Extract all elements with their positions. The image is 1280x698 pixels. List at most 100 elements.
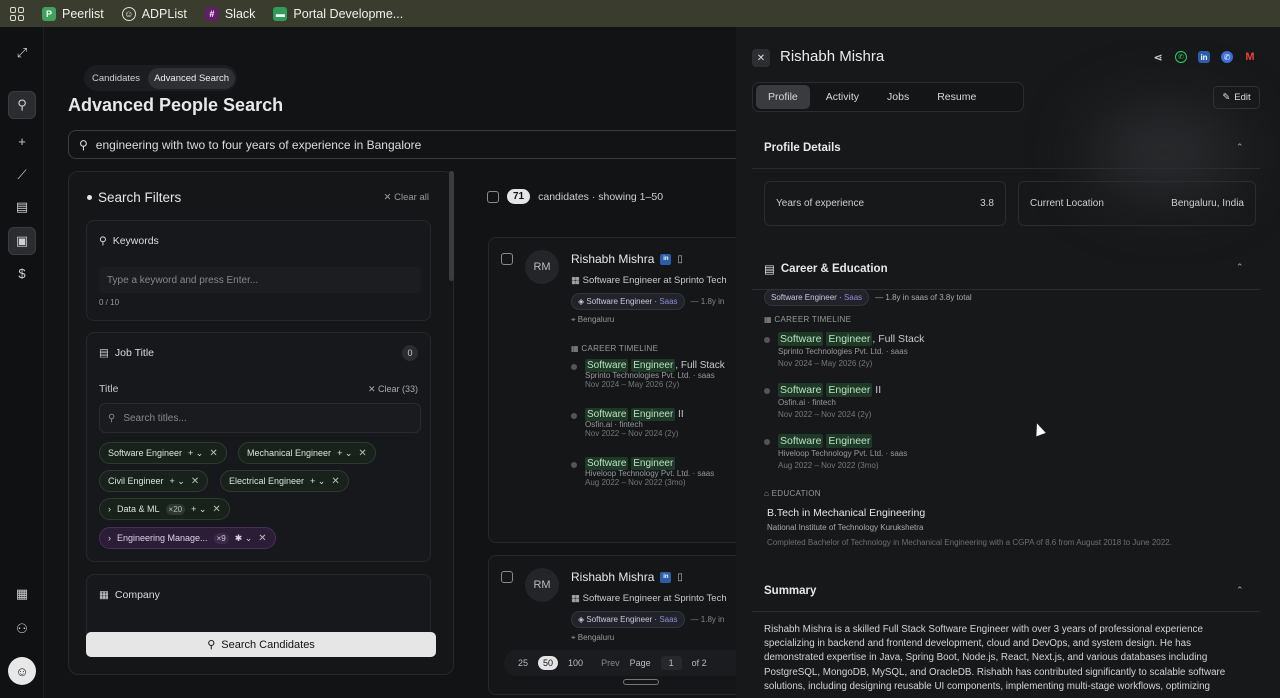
plus-chevron-icon[interactable]: + ⌄ — [170, 476, 185, 487]
search-titles-input[interactable]: ⚲ Search titles... — [99, 403, 421, 433]
summary-heading[interactable]: Summary — [764, 585, 816, 597]
page-size-25[interactable]: 25 — [518, 658, 528, 668]
institute: National Institute of Technology Kuruksh… — [767, 523, 924, 532]
card-checkbox[interactable] — [501, 253, 513, 265]
briefcase-icon[interactable]: ▤ — [8, 193, 36, 221]
chip-text: Software Engineer — [771, 293, 837, 302]
dates: Aug 2022 – Nov 2022 (3mo) — [778, 461, 879, 470]
bookmark-slack[interactable]: # Slack — [204, 6, 255, 21]
gmail-icon[interactable]: M — [1244, 51, 1256, 63]
title-suffix: , Full Stack — [872, 333, 925, 345]
dollar-icon[interactable]: $ — [8, 259, 36, 287]
chip-tag: Saas — [843, 293, 863, 302]
timeline-label-text: CAREER TIMELINE — [581, 344, 659, 353]
chip-mechanical-engineer[interactable]: Mechanical Engineer + ⌄ ✕ — [238, 442, 376, 464]
job-title-heading: ▤ Job Title — [99, 347, 154, 359]
chip-label: Data & ML — [117, 504, 160, 514]
bookmark-peerlist[interactable]: P Peerlist — [42, 6, 104, 21]
title-suffix: , Full Stack — [675, 360, 725, 371]
linkedin-icon[interactable]: in — [1198, 51, 1210, 63]
remove-icon[interactable]: ✕ — [209, 448, 217, 459]
dates: Nov 2022 – Nov 2024 (2y) — [585, 429, 679, 438]
tab-jobs[interactable]: Jobs — [875, 85, 921, 109]
phone-icon[interactable]: ✆ — [1221, 51, 1233, 63]
contacts-icon[interactable]: ▣ — [8, 227, 36, 255]
close-icon[interactable]: ✕ — [752, 49, 770, 67]
plus-chevron-icon[interactable]: + ⌄ — [188, 448, 203, 459]
chevron-right-icon[interactable]: › — [108, 533, 111, 543]
building-icon[interactable]: ▦ — [8, 580, 36, 608]
page-size-50[interactable]: 50 — [538, 656, 559, 670]
candidate-name[interactable]: Rishabh Mishra — [571, 570, 654, 584]
chip-software-engineer[interactable]: Software Engineer + ⌄ ✕ — [99, 442, 227, 464]
chevron-up-icon[interactable]: ⌃ — [1236, 585, 1244, 596]
card-checkbox[interactable] — [501, 571, 513, 583]
bookmark-portal[interactable]: ▬ Portal Developme... — [273, 6, 403, 21]
whatsapp-icon[interactable]: ✆ — [1175, 51, 1187, 63]
clear-all-button[interactable]: ✕ Clear all — [384, 192, 429, 203]
career-timeline-label: ▦ CAREER TIMELINE — [764, 315, 852, 324]
profile-drawer: ✕ Rishabh Mishra ⋖ ✆ in ✆ M Profile Acti… — [736, 27, 1280, 698]
plus-icon[interactable]: + — [8, 127, 36, 155]
document-icon[interactable]: ▯ — [677, 572, 683, 583]
tab-profile[interactable]: Profile — [756, 85, 810, 109]
yoe-value: 3.8 — [980, 198, 994, 209]
chevron-right-icon[interactable]: › — [108, 504, 111, 514]
candidate-name-row: Rishabh Mishra in ▯ — [571, 252, 683, 266]
tab-candidates[interactable]: Candidates — [86, 68, 146, 89]
profile-details-heading[interactable]: Profile Details — [764, 142, 841, 154]
results-count: 71 — [507, 189, 531, 204]
chip-data-ml[interactable]: › Data & ML ×20 + ⌄ ✕ — [99, 498, 230, 520]
select-all-checkbox[interactable] — [487, 190, 499, 203]
tab-activity[interactable]: Activity — [814, 85, 871, 109]
keyword-input[interactable]: Type a keyword and press Enter... — [99, 267, 421, 293]
chip-label: Electrical Engineer — [229, 476, 305, 486]
clear-title-button[interactable]: ✕ Clear (33) — [368, 384, 418, 395]
chevron-up-icon[interactable]: ⌃ — [1236, 262, 1244, 273]
edit-button[interactable]: ✎ Edit — [1213, 86, 1260, 109]
chevron-up-icon[interactable]: ⌃ — [1236, 142, 1244, 153]
chip-text: Software Engineer — [586, 297, 653, 306]
bookmark-adplist[interactable]: ☺ ADPList — [121, 6, 187, 21]
people-search-icon[interactable]: ⚲ — [8, 91, 36, 119]
career-education-heading[interactable]: ▤ Career & Education — [764, 262, 888, 276]
page-input[interactable]: 1 — [660, 656, 682, 670]
plus-chevron-icon[interactable]: + ⌄ — [337, 448, 352, 459]
tab-resume[interactable]: Resume — [925, 85, 988, 109]
remove-icon[interactable]: ✕ — [212, 504, 220, 515]
scroll-handle[interactable] — [623, 679, 659, 685]
document-icon[interactable]: ▯ — [677, 254, 683, 265]
linkedin-icon[interactable]: in — [660, 253, 672, 265]
expand-icon[interactable]: ⤢ — [8, 39, 36, 67]
apps-grid-icon[interactable] — [10, 6, 24, 21]
share-icon[interactable]: ⋖ — [1152, 51, 1164, 64]
remove-icon[interactable]: ✕ — [331, 476, 339, 487]
chart-icon[interactable]: ⟋ — [8, 161, 36, 189]
users-icon[interactable]: ⚇ — [8, 615, 36, 643]
search-input[interactable]: ⚲ engineering with two to four years of e… — [68, 130, 736, 159]
avatar[interactable]: ☺ — [8, 657, 36, 685]
plus-chevron-icon[interactable]: + ⌄ — [191, 504, 206, 515]
remove-icon[interactable]: ✕ — [358, 448, 366, 459]
candidate-name[interactable]: Rishabh Mishra — [571, 252, 654, 266]
candidate-card[interactable]: RM Rishabh Mishra in ▯ ▦ Software Engineer… — [488, 237, 736, 543]
remove-icon[interactable]: ✕ — [191, 476, 199, 487]
chip-engineering-manager[interactable]: › Engineering Manage... ×9 ✱ ⌄ ✕ — [99, 527, 276, 549]
remove-icon[interactable]: ✕ — [258, 533, 266, 544]
peerlist-icon: P — [42, 6, 56, 21]
dates: Nov 2024 – May 2026 (2y) — [585, 380, 680, 389]
candidate-location: ⌖ Bengaluru — [571, 315, 615, 324]
chip-civil-engineer[interactable]: Civil Engineer + ⌄ ✕ — [99, 470, 209, 492]
linkedin-icon[interactable]: in — [660, 571, 672, 583]
company: Osfin.ai · fintech — [585, 420, 643, 429]
industry-chip: ◈ Software Engineer · Saas — [571, 611, 685, 628]
search-candidates-button[interactable]: ⚲ Search Candidates — [86, 632, 436, 657]
filters-scrollbar[interactable] — [449, 171, 454, 281]
chip-electrical-engineer[interactable]: Electrical Engineer + ⌄ ✕ — [220, 470, 349, 492]
plus-chevron-icon[interactable]: + ⌄ — [310, 476, 325, 487]
page-size-100[interactable]: 100 — [568, 658, 583, 668]
star-chevron-icon[interactable]: ✱ ⌄ — [235, 533, 253, 544]
tab-advanced-search[interactable]: Advanced Search — [148, 67, 236, 89]
prev-button[interactable]: Prev — [601, 658, 620, 668]
search-icon: ⚲ — [99, 235, 107, 247]
